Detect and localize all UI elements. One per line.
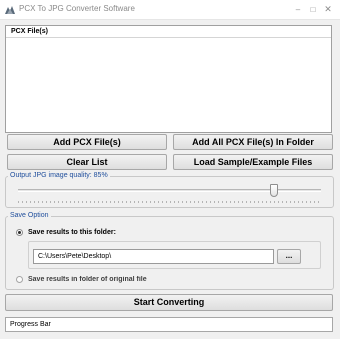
add-all-in-folder-button[interactable]: Add All PCX File(s) In Folder bbox=[173, 134, 333, 150]
save-option-legend: Save Option bbox=[10, 212, 49, 219]
start-converting-button[interactable]: Start Converting bbox=[5, 294, 333, 311]
output-folder-input[interactable]: C:\Users\Pete\Desktop\ bbox=[33, 249, 274, 264]
window-title: PCX To JPG Converter Software bbox=[19, 4, 135, 13]
save-original-folder-label[interactable]: Save results in folder of original file bbox=[28, 275, 147, 284]
quality-legend: Output JPG image quality: 85% bbox=[10, 172, 108, 179]
save-to-folder-radio[interactable] bbox=[16, 229, 23, 236]
minimize-button[interactable]: – bbox=[292, 3, 304, 16]
title-bar: PCX To JPG Converter Software – □ ✕ bbox=[0, 0, 340, 20]
save-original-folder-radio[interactable] bbox=[16, 276, 23, 283]
file-list-column-header[interactable]: PCX File(s) bbox=[6, 26, 331, 38]
maximize-button[interactable]: □ bbox=[307, 3, 319, 16]
quality-slider-thumb[interactable] bbox=[270, 184, 278, 197]
add-files-button[interactable]: Add PCX File(s) bbox=[7, 134, 167, 150]
load-sample-files-button[interactable]: Load Sample/Example Files bbox=[173, 154, 333, 170]
save-to-folder-label[interactable]: Save results to this folder: bbox=[28, 228, 116, 237]
file-list[interactable]: PCX File(s) bbox=[5, 25, 332, 133]
quality-slider-ticks bbox=[18, 201, 321, 203]
app-icon bbox=[5, 6, 15, 14]
clear-list-button[interactable]: Clear List bbox=[7, 154, 167, 170]
close-button[interactable]: ✕ bbox=[322, 3, 334, 16]
progress-bar: Progress Bar bbox=[5, 317, 333, 332]
browse-button[interactable]: ... bbox=[277, 249, 301, 264]
